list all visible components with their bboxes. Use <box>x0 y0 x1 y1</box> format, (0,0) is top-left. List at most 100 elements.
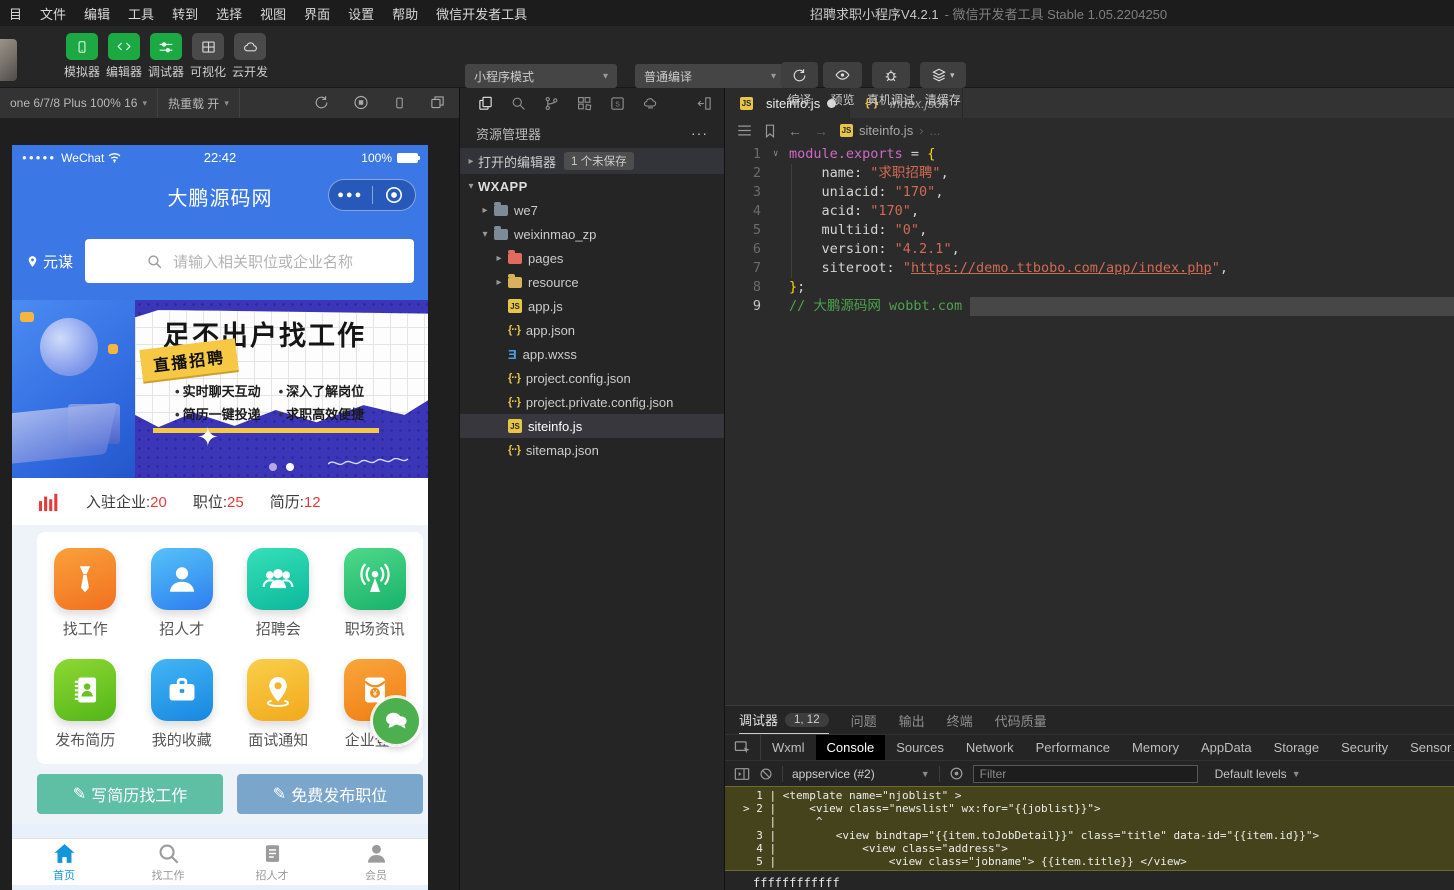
mode-select[interactable]: 小程序模式▾ <box>465 64 617 88</box>
tree-item-siteinfo.js[interactable]: JSsiteinfo.js <box>460 414 724 438</box>
code-editor[interactable]: 1∨module.exports = {2 name: "求职招聘",3 uni… <box>725 143 1454 705</box>
more-icon[interactable]: ●●● <box>329 189 372 201</box>
location-picker[interactable]: 元谋 <box>26 251 73 272</box>
back-arrow-icon[interactable]: ← <box>788 123 802 139</box>
devtools-tab-network[interactable]: Network <box>955 735 1025 760</box>
tree-item-app.wxss[interactable]: Ǝapp.wxss <box>460 342 724 366</box>
清缓存-button[interactable]: ▾清缓存 <box>920 62 966 108</box>
more-actions-icon[interactable]: ··· <box>691 125 708 141</box>
menu-item-文件[interactable]: 文件 <box>31 4 75 23</box>
banner-carousel[interactable]: 足不出户找工作 直播招聘 •实时聊天互动•深入了解岗位•简历一键投递•求职高效便… <box>12 300 428 478</box>
tree-item-app.json[interactable]: {··}app.json <box>460 318 724 342</box>
s-box-icon[interactable]: S <box>610 96 625 111</box>
menu-item-工具[interactable]: 工具 <box>119 4 163 23</box>
search-icon[interactable] <box>511 96 526 111</box>
teapot-icon[interactable] <box>643 96 658 111</box>
files-icon[interactable] <box>478 96 493 111</box>
panel-tab-输出[interactable]: 输出 <box>899 706 925 734</box>
git-branch-icon[interactable] <box>544 96 559 111</box>
编辑器-button[interactable]: 编辑器 <box>106 33 142 80</box>
close-target-icon[interactable] <box>373 186 416 204</box>
open-editors-row[interactable]: ▸ 打开的编辑器 1 个未保存 <box>460 148 724 174</box>
menu-item-视图[interactable]: 视图 <box>251 4 295 23</box>
grid-item-面试通知[interactable]: 面试通知 <box>230 659 327 750</box>
write-resume-button[interactable]: ✎写简历找工作 <box>37 774 223 814</box>
真机调试-button[interactable]: 真机调试 <box>867 62 915 108</box>
hot-reload-toggle[interactable]: 热重载 开▾ <box>158 88 240 118</box>
模拟器-button[interactable]: 模拟器 <box>64 33 100 80</box>
customer-service-chat-button[interactable] <box>373 698 419 744</box>
multi-window-icon[interactable] <box>430 95 445 111</box>
log-levels-select[interactable]: Default levels▼ <box>1215 767 1301 781</box>
tree-item-project.private.config.json[interactable]: {··}project.private.config.json <box>460 390 724 414</box>
devtools-tab-wxml[interactable]: Wxml <box>761 735 816 760</box>
devtools-tab-storage[interactable]: Storage <box>1263 735 1331 760</box>
tree-item-app.js[interactable]: JSapp.js <box>460 294 724 318</box>
console-filter-input[interactable] <box>973 765 1198 783</box>
devtools-tab-appdata[interactable]: AppData <box>1190 735 1263 760</box>
context-select[interactable]: appservice (#2)▼ <box>792 767 930 781</box>
menu-item-目[interactable]: 目 <box>0 4 31 23</box>
tab-首页[interactable]: 首页 <box>12 839 116 885</box>
capsule-menu[interactable]: ●●● <box>328 179 416 211</box>
grid-item-招人才[interactable]: 招人才 <box>134 548 231 639</box>
bookmark-icon[interactable] <box>764 124 776 138</box>
tree-item-project.config.json[interactable]: {··}project.config.json <box>460 366 724 390</box>
调试器-button[interactable]: 调试器 <box>148 33 184 80</box>
inspect-element-icon[interactable] <box>725 735 761 760</box>
device-select[interactable]: one 6/7/8 Plus 100% 16▾ <box>0 88 158 118</box>
tab-会员[interactable]: 会员 <box>324 839 428 885</box>
refresh-icon[interactable] <box>314 95 329 111</box>
carousel-dot-1[interactable] <box>269 463 277 471</box>
预览-button[interactable]: 预览 <box>823 62 862 108</box>
extensions-icon[interactable] <box>577 96 592 111</box>
device-icon[interactable] <box>393 95 406 111</box>
devtools-tab-memory[interactable]: Memory <box>1121 735 1190 760</box>
post-job-button[interactable]: ✎免费发布职位 <box>237 774 423 814</box>
panel-toggle-icon[interactable] <box>734 767 750 781</box>
panel-tab-代码质量[interactable]: 代码质量 <box>995 706 1047 734</box>
breadcrumb[interactable]: JS siteinfo.js › ... <box>840 123 940 138</box>
grid-item-我的收藏[interactable]: 我的收藏 <box>134 659 231 750</box>
tree-item-pages[interactable]: ▸pages <box>460 246 724 270</box>
tree-item-weixinmao_zp[interactable]: ▾weixinmao_zp <box>460 222 724 246</box>
clear-console-icon[interactable] <box>759 767 773 781</box>
menu-item-转到[interactable]: 转到 <box>163 4 207 23</box>
devtools-tab-console[interactable]: Console <box>816 735 886 760</box>
可视化-button[interactable]: 可视化 <box>190 33 226 80</box>
menu-item-界面[interactable]: 界面 <box>295 4 339 23</box>
grid-item-职场资讯[interactable]: 职场资讯 <box>327 548 424 639</box>
workspace-root-row[interactable]: ▾ WXAPP <box>460 174 724 198</box>
grid-item-找工作[interactable]: 找工作 <box>37 548 134 639</box>
forward-arrow-icon[interactable]: → <box>814 123 828 139</box>
编译-button[interactable]: 编译 <box>781 62 818 108</box>
menu-item-设置[interactable]: 设置 <box>339 4 383 23</box>
user-avatar[interactable] <box>0 39 17 81</box>
eye-filter-icon[interactable] <box>949 766 964 781</box>
compile-mode-select[interactable]: 普通编译▾ <box>635 64 785 88</box>
stop-icon[interactable] <box>353 95 369 111</box>
outline-menu-icon[interactable] <box>737 124 752 137</box>
tab-找工作[interactable]: 找工作 <box>116 839 220 885</box>
tree-item-we7[interactable]: ▸we7 <box>460 198 724 222</box>
menu-item-帮助[interactable]: 帮助 <box>383 4 427 23</box>
云开发-button[interactable]: 云开发 <box>232 33 268 80</box>
panel-tab-终端[interactable]: 终端 <box>947 706 973 734</box>
panel-tab-调试器[interactable]: 调试器1, 12 <box>739 706 829 734</box>
devtools-tab-sources[interactable]: Sources <box>885 735 955 760</box>
carousel-dot-2[interactable] <box>286 463 294 471</box>
menu-item-编辑[interactable]: 编辑 <box>75 4 119 23</box>
menu-item-微信开发者工具[interactable]: 微信开发者工具 <box>427 4 536 23</box>
tree-item-resource[interactable]: ▸resource <box>460 270 724 294</box>
menu-item-选择[interactable]: 选择 <box>207 4 251 23</box>
devtools-tab-security[interactable]: Security <box>1330 735 1399 760</box>
devtools-tab-performance[interactable]: Performance <box>1025 735 1121 760</box>
collapse-sidebar-icon[interactable] <box>697 96 712 111</box>
search-input[interactable]: 请输入相关职位或企业名称 <box>85 239 414 283</box>
grid-item-招聘会[interactable]: 招聘会 <box>230 548 327 639</box>
tree-item-sitemap.json[interactable]: {··}sitemap.json <box>460 438 724 462</box>
tab-招人才[interactable]: 招人才 <box>220 839 324 885</box>
grid-item-发布简历[interactable]: 发布简历 <box>37 659 134 750</box>
panel-tab-问题[interactable]: 问题 <box>851 706 877 734</box>
devtools-tab-sensor[interactable]: Sensor <box>1399 735 1454 760</box>
